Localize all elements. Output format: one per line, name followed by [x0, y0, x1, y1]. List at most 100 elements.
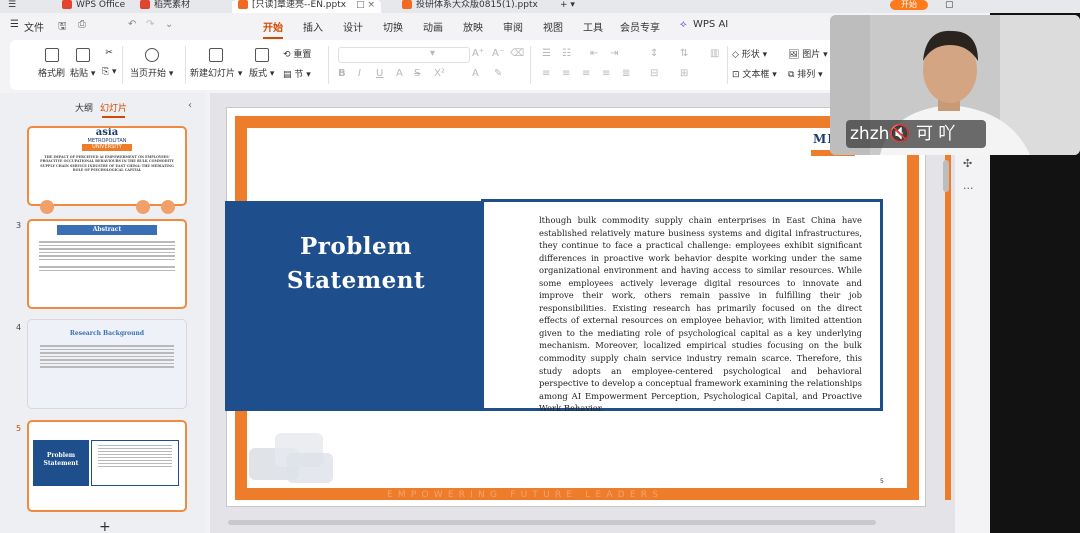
side-tool-icon[interactable]: ✣ [963, 157, 972, 170]
reset-button[interactable]: ⟲ 重置 [283, 47, 311, 60]
body-text-box[interactable]: lthough bulk commodity supply chain ente… [481, 199, 883, 413]
distribute-icon[interactable]: ≣ [622, 68, 630, 79]
cut-button[interactable]: ✂ [102, 48, 116, 66]
underline-icon[interactable]: U [376, 68, 383, 79]
tab-wps-office[interactable]: WPS Office [62, 0, 125, 13]
highlight-icon[interactable]: ✎ [494, 68, 502, 79]
horizontal-scrollbar[interactable] [228, 520, 876, 525]
window-restore-icon[interactable]: ▢ [945, 0, 954, 13]
indent-decrease-icon[interactable]: ⇤ [590, 48, 598, 59]
slide-thumbnail-active[interactable]: Problem Statement [27, 420, 187, 512]
font-color-icon[interactable]: A [472, 68, 479, 79]
clear-format-icon[interactable]: ⌫ [510, 48, 524, 59]
slide-thumbnail[interactable]: asia METROPOLITAN UNIVERSITY THE IMPACT … [27, 126, 187, 206]
new-slide-button[interactable]: 新建幻灯片 ▾ [190, 48, 242, 79]
wps-ai-icon: ⟡ [680, 19, 687, 30]
close-tab-icon[interactable]: □ × [356, 0, 375, 10]
tab-slides[interactable]: 幻灯片 [100, 101, 127, 118]
vertical-scrollbar[interactable] [943, 160, 949, 192]
layout-icon [254, 48, 269, 62]
text-direction-icon[interactable]: ⇅ [680, 48, 688, 59]
menu-icon[interactable]: ☰ [8, 0, 16, 13]
slide-title[interactable]: Problem Statement [227, 230, 485, 298]
shape-button[interactable]: ◇ 形状 ▾ [732, 47, 767, 60]
menu-tab-slideshow[interactable]: 放映 [463, 19, 483, 34]
title-bar: ☰ WPS Office 稻壳素材 [只读]章速亮--EN.pptx □ × 投研… [0, 0, 1080, 13]
collapse-panel-icon[interactable]: ‹ [188, 100, 192, 111]
slide-thumbnail[interactable]: Research Background [27, 319, 187, 409]
copy-icon: ⎘ ▾ [102, 67, 117, 77]
redo-icon[interactable]: ↷ [146, 19, 154, 30]
menu-tab-home[interactable]: 开始 [263, 19, 283, 34]
menu-file[interactable]: 文件 [24, 19, 44, 34]
tab-docer[interactable]: 稻壳素材 [140, 0, 190, 13]
thumb-heading: Abstract [57, 225, 157, 235]
align-center-icon[interactable]: ≡ [562, 68, 570, 79]
numbering-icon[interactable]: ☷ [562, 48, 571, 59]
indent-increase-icon[interactable]: ⇥ [610, 48, 618, 59]
menu-tab-animations[interactable]: 动画 [423, 19, 443, 34]
menu-tab-view[interactable]: 视图 [543, 19, 563, 34]
more-icon[interactable]: ··· [963, 182, 974, 195]
shadow-icon[interactable]: A [396, 68, 403, 79]
tab-outline[interactable]: 大纲 [75, 101, 93, 114]
menu-tab-tools[interactable]: 工具 [583, 19, 603, 34]
thumb-settings-icon[interactable] [136, 200, 150, 214]
export-pdf-icon[interactable]: ⎙ [78, 19, 86, 30]
layout-button[interactable]: 版式 ▾ [249, 48, 274, 79]
more-quick-access-icon[interactable]: ⌄ [165, 19, 173, 30]
menu-tab-transitions[interactable]: 切换 [383, 19, 403, 34]
line-spacing-icon[interactable]: ↕ [650, 48, 658, 59]
increase-font-icon[interactable]: A⁺ [472, 48, 484, 59]
divider [727, 46, 728, 84]
slide-number: 5 [16, 424, 22, 433]
decorative-shape [287, 453, 333, 483]
menu-tab-wps-ai[interactable]: WPS AI [693, 19, 728, 30]
font-name-select[interactable] [338, 47, 470, 63]
menu-tab-review[interactable]: 审阅 [503, 19, 523, 34]
slide-tagline: EMPOWERING FUTURE LEADERS [387, 490, 664, 500]
new-tab-icon[interactable]: + ▾ [560, 0, 575, 13]
upgrade-button[interactable]: 开始 [890, 0, 928, 10]
thumb-add-icon[interactable] [161, 200, 175, 214]
align-right-icon[interactable]: ≡ [582, 68, 590, 79]
decrease-font-icon[interactable]: A⁻ [492, 48, 504, 59]
columns-icon[interactable]: ▥ [710, 48, 719, 59]
section-button[interactable]: ▤ 节 ▾ [283, 67, 311, 80]
participant-name-label: zhzh🔇 可 吖 [846, 120, 986, 148]
thumb-heading: Problem Statement [33, 440, 89, 486]
font-size-select[interactable]: ▾ [430, 48, 435, 59]
copy-button[interactable]: ⎘ ▾ [102, 67, 117, 77]
strikethrough-icon[interactable]: S [414, 68, 420, 79]
textbox-icon: ⊡ [732, 70, 743, 80]
paste-button[interactable]: 粘贴 ▾ [70, 48, 95, 79]
tab-current-file[interactable]: [只读]章速亮--EN.pptx □ × [232, 0, 381, 13]
picture-button[interactable]: 🖼 图片 ▾ [788, 47, 828, 60]
arrange-button[interactable]: ⧉ 排列 ▾ [788, 67, 823, 80]
menu-tab-design[interactable]: 设计 [343, 19, 363, 34]
format-painter-button[interactable]: 格式刷 [38, 48, 65, 79]
problem-statement-text: lthough bulk commodity supply chain ente… [539, 215, 862, 414]
italic-icon[interactable]: I [358, 68, 361, 79]
shape-icon: ◇ [732, 50, 742, 60]
slide-thumbnail[interactable]: Abstract [27, 219, 187, 309]
save-icon[interactable]: 🖫 [58, 19, 67, 36]
add-slide-icon[interactable]: + [99, 519, 111, 533]
smartart-icon[interactable]: ⊞ [680, 68, 688, 79]
thumb-play-icon[interactable] [40, 200, 54, 214]
textbox-button[interactable]: ⊡ 文本框 ▾ [732, 67, 777, 80]
slide-page-number: 5 [880, 478, 884, 485]
align-left-icon[interactable]: ≡ [542, 68, 550, 79]
menu-tab-member[interactable]: 会员专享 [620, 19, 660, 34]
current-slide[interactable]: ME Problem Statement lthough bulk commod… [225, 107, 951, 507]
justify-icon[interactable]: ≡ [602, 68, 610, 79]
align-text-icon[interactable]: ⊟ [650, 68, 658, 79]
superscript-icon[interactable]: X² [434, 68, 445, 79]
bold-icon[interactable]: B [338, 68, 346, 79]
undo-icon[interactable]: ↶ [128, 19, 136, 30]
tab-other-file[interactable]: 投研体系大众版0815(1).pptx [402, 0, 538, 13]
play-from-current-button[interactable]: 当页开始 ▾ [130, 48, 173, 79]
bullets-icon[interactable]: ☰ [542, 48, 551, 59]
menu-hamburger-icon[interactable]: ☰ [10, 19, 19, 30]
menu-tab-insert[interactable]: 插入 [303, 19, 323, 34]
